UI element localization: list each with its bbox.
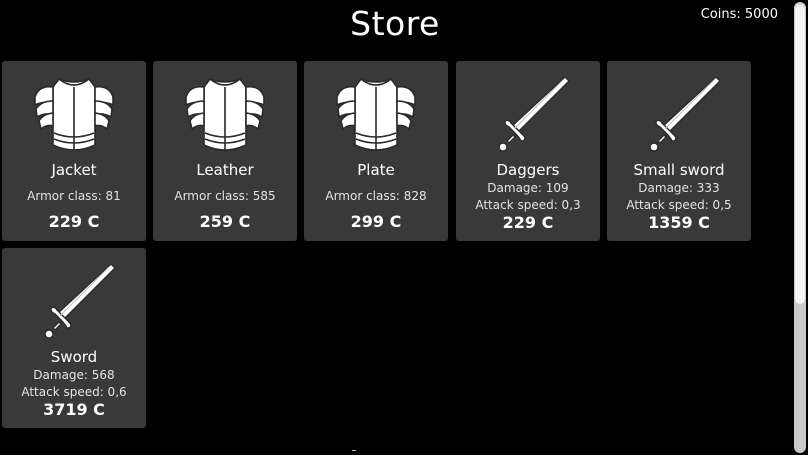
coins-counter: Coins: 5000: [700, 7, 778, 22]
item-name: Jacket: [51, 161, 97, 179]
item-price: 259 C: [199, 212, 251, 231]
item-attack-speed: Attack speed: 0,3: [475, 198, 581, 212]
item-attack-speed: Attack speed: 0,6: [21, 385, 127, 399]
item-name: Small sword: [633, 161, 725, 179]
store-item-small-sword[interactable]: Small sword Damage: 333 Attack speed: 0,…: [607, 61, 751, 241]
item-price: 3719 C: [43, 400, 105, 419]
store-screen: Store Coins: 5000 Jacket Armor class: 81…: [0, 0, 808, 455]
scrollbar-track[interactable]: [794, 2, 806, 453]
bottom-marker: [352, 450, 356, 451]
armor-icon: [29, 71, 119, 161]
item-price: 299 C: [350, 212, 402, 231]
store-item-leather[interactable]: Leather Armor class: 585 259 C: [153, 61, 297, 241]
item-attack-speed: Attack speed: 0,5: [626, 198, 732, 212]
item-name: Daggers: [496, 161, 560, 179]
armor-icon: [331, 71, 421, 161]
store-item-plate[interactable]: Plate Armor class: 828 299 C: [304, 61, 448, 241]
armor-icon: [180, 71, 270, 161]
item-price: 229 C: [502, 213, 554, 232]
item-price: 1359 C: [648, 213, 710, 232]
item-name: Sword: [50, 348, 98, 366]
store-item-sword[interactable]: Sword Damage: 568 Attack speed: 0,6 3719…: [2, 248, 146, 428]
item-armor-class: Armor class: 81: [27, 189, 121, 203]
store-item-daggers[interactable]: Daggers Damage: 109 Attack speed: 0,3 22…: [456, 61, 600, 241]
item-damage: Damage: 568: [33, 368, 115, 382]
sword-icon: [483, 71, 573, 161]
item-armor-class: Armor class: 585: [174, 189, 276, 203]
scrollbar-thumb[interactable]: [795, 4, 805, 304]
page-title: Store: [350, 4, 440, 43]
item-name: Leather: [196, 161, 254, 179]
sword-icon: [634, 71, 724, 161]
item-damage: Damage: 109: [487, 181, 569, 195]
item-armor-class: Armor class: 828: [325, 189, 427, 203]
item-price: 229 C: [48, 212, 100, 231]
vertical-scrollbar[interactable]: [792, 0, 808, 455]
store-item-jacket[interactable]: Jacket Armor class: 81 229 C: [2, 61, 146, 241]
sword-icon: [29, 258, 119, 348]
item-damage: Damage: 333: [638, 181, 720, 195]
item-name: Plate: [357, 161, 395, 179]
